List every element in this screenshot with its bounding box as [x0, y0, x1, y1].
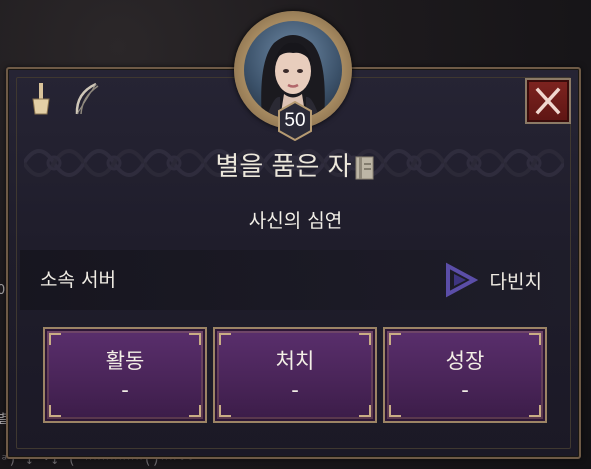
equipment-icons [26, 81, 102, 117]
book-icon[interactable] [354, 155, 376, 181]
server-info: 다빈치 [444, 262, 542, 298]
hammer-icon [32, 83, 50, 115]
card-corner [389, 405, 401, 417]
card-corner [219, 333, 231, 345]
stat-label: 성장 [445, 349, 485, 373]
card-corner [359, 405, 371, 417]
stat-value: - [291, 378, 299, 402]
card-corner [219, 405, 231, 417]
level-value: 50 [284, 110, 306, 131]
card-corner [389, 333, 401, 345]
card-corner [529, 405, 541, 417]
server-label: 소속 서버 [40, 269, 116, 291]
bow-icon [75, 82, 99, 115]
card-corner [189, 333, 201, 345]
guild-name: 사신의 심연 [248, 210, 343, 232]
server-row: 소속 서버 다빈치 [20, 250, 570, 310]
card-corner [359, 333, 371, 345]
card-corner [49, 333, 61, 345]
stat-value: - [121, 378, 129, 402]
stat-card-activity[interactable]: 활동 - [43, 327, 207, 423]
card-corner [49, 405, 61, 417]
close-button[interactable] [525, 78, 571, 124]
stat-label: 활동 [105, 349, 145, 373]
stat-card-growth[interactable]: 성장 - [383, 327, 547, 423]
stat-card-kills[interactable]: 처치 - [213, 327, 377, 423]
stat-label: 처치 [275, 349, 315, 373]
card-corner [529, 333, 541, 345]
character-name: 별을 품은 자 [0, 150, 591, 184]
character-name-text: 별을 품은 자 [215, 152, 352, 182]
server-value: 다빈치 [489, 270, 542, 293]
level-badge: 50 [277, 101, 313, 141]
server-emblem-icon [445, 262, 478, 298]
card-corner [189, 405, 201, 417]
close-icon [535, 87, 561, 115]
stat-value: - [461, 378, 469, 402]
